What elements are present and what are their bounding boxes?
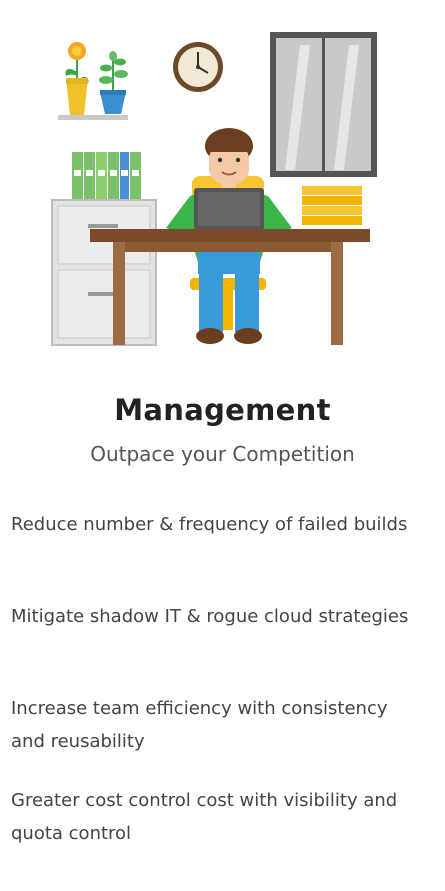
filing-cabinet-icon <box>51 199 157 346</box>
benefits-list: Reduce number & frequency of failed buil… <box>11 508 411 876</box>
binders-icon <box>72 152 141 199</box>
benefit-item: Reduce number & frequency of failed buil… <box>11 514 408 535</box>
plant-pot-icon <box>99 51 128 114</box>
flower-pot-icon <box>65 42 89 115</box>
benefit-item: Increase team efficiency with consistenc… <box>11 698 388 752</box>
office-worker-illustration <box>0 0 445 360</box>
paper-stack-icon <box>302 186 362 225</box>
wall-shelf <box>58 115 128 120</box>
card-title: Management <box>114 393 331 427</box>
window-icon <box>270 32 377 177</box>
benefit-item: Greater cost control cost with visibilit… <box>11 790 398 844</box>
wall-clock-icon <box>173 42 223 92</box>
benefit-item: Mitigate shadow IT & rogue cloud strateg… <box>11 606 409 627</box>
card-subtitle: Outpace your Competition <box>90 442 355 466</box>
